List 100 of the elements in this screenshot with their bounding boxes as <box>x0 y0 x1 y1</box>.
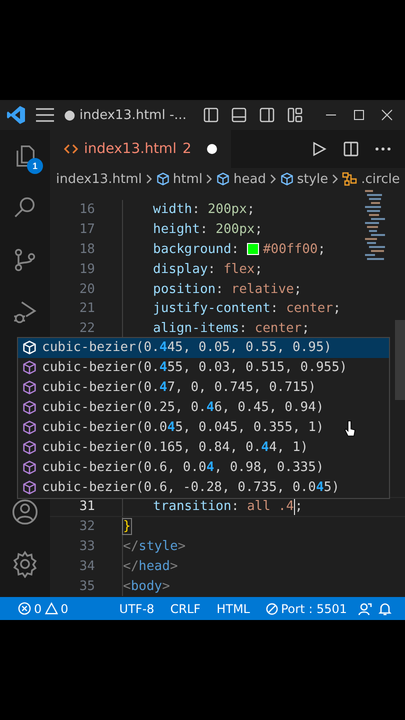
suggestion-item[interactable]: cubic-bezier(0.445, 0.05, 0.55, 0.95) <box>18 338 389 358</box>
suggestion-item[interactable]: cubic-bezier(0.6, -0.28, 0.735, 0.045) <box>18 478 389 498</box>
chevron-icon <box>268 174 277 184</box>
code-token: all .4 <box>246 499 294 514</box>
line-number: 19 <box>78 262 95 277</box>
cube-icon <box>22 420 37 436</box>
code-token: #00ff00 <box>262 242 318 257</box>
cube-icon <box>216 172 230 186</box>
breadcrumb[interactable]: html <box>156 172 202 186</box>
code-token: > <box>170 558 178 574</box>
split-editor-icon[interactable] <box>341 139 361 159</box>
suggestion-item[interactable]: cubic-bezier(0.455, 0.03, 0.515, 0.955) <box>18 358 389 378</box>
code-token: height <box>153 222 200 238</box>
suggestion-item[interactable]: cubic-bezier(0.045, 0.045, 0.355, 1) <box>18 418 389 438</box>
text-cursor <box>294 498 295 515</box>
line-number: 17 <box>78 222 95 238</box>
cube-icon <box>156 172 170 186</box>
color-swatch[interactable] <box>246 243 259 256</box>
breadcrumb[interactable]: head <box>216 172 266 186</box>
code-token: ; <box>294 282 302 297</box>
code-token: body <box>130 578 162 594</box>
suggestion-item[interactable]: cubic-bezier(0.25, 0.46, 0.45, 0.94) <box>18 398 389 418</box>
line-ending-status[interactable]: CRLF <box>162 602 209 616</box>
line-number: 18 <box>78 242 95 257</box>
suggestion-text: cubic-bezier(0.445, 0.05, 0.55, 0.95) <box>42 340 332 356</box>
cube-icon <box>22 380 37 396</box>
line-number: 35 <box>78 578 95 594</box>
code-token: flex <box>223 262 255 277</box>
tab-label: index13.html <box>84 141 176 157</box>
cube-icon <box>280 172 294 186</box>
problems-status[interactable]: 0 0 <box>10 602 76 616</box>
mouse-pointer-icon <box>344 420 356 438</box>
code-token: : <box>216 282 224 297</box>
breadcrumb[interactable]: .circle <box>342 171 400 187</box>
code-token: : <box>270 301 280 316</box>
code-token: display <box>153 262 208 277</box>
port-status[interactable]: Port : 5501 <box>258 602 355 616</box>
editor-tab[interactable]: index13.html 2 <box>50 130 232 168</box>
cube-icon <box>22 360 37 376</box>
code-token: 200px <box>216 222 255 238</box>
code-token: position <box>153 282 216 297</box>
code-token: ; <box>254 222 263 238</box>
code-token: center <box>254 321 302 336</box>
code-token: style <box>138 538 178 554</box>
code-token: : <box>208 262 217 277</box>
code-token: ; <box>333 301 341 316</box>
code-token: > <box>178 538 186 554</box>
blocked-icon <box>266 602 278 614</box>
window-title: ● index13.html -... <box>64 108 187 122</box>
cube-icon <box>22 400 37 416</box>
code-token: ; <box>246 202 255 218</box>
line-number: 16 <box>78 202 95 218</box>
code-token: : <box>239 321 248 336</box>
encoding-status[interactable]: UTF-8 <box>111 602 162 616</box>
suggestion-item[interactable]: cubic-bezier(0.6, 0.04, 0.98, 0.335) <box>18 458 389 478</box>
line-number: 33 <box>78 538 95 554</box>
code-token: transition <box>153 499 232 514</box>
line-number: 22 <box>78 321 95 336</box>
code-token: : <box>231 242 240 257</box>
code-token: width <box>153 202 192 218</box>
code-token: justify-content <box>153 301 270 316</box>
warning-count: 0 <box>60 602 68 616</box>
breadcrumb[interactable]: style <box>280 172 328 186</box>
code-token: : <box>192 202 201 218</box>
suggestion-text: cubic-bezier(0.165, 0.84, 0.44, 1) <box>42 440 308 456</box>
code-token: } <box>123 519 131 534</box>
suggestion-text: cubic-bezier(0.6, -0.28, 0.735, 0.045) <box>42 480 340 496</box>
code-token: > <box>162 578 170 594</box>
code-token: ; <box>302 321 310 336</box>
cube-icon <box>22 460 37 476</box>
cube-icon <box>22 340 37 356</box>
code-token: head <box>138 558 170 574</box>
code-token: ; <box>294 499 303 514</box>
scrollbar-thumb[interactable] <box>395 320 405 400</box>
code-token: : <box>231 499 240 514</box>
breadcrumb[interactable]: index13.html <box>56 172 142 186</box>
code-token: center <box>286 301 334 316</box>
suggestion-item[interactable]: cubic-bezier(0.165, 0.84, 0.44, 1) <box>18 438 389 458</box>
notification-badge: 1 <box>27 158 43 174</box>
line-number: 34 <box>78 558 95 574</box>
line-number: 20 <box>78 282 95 297</box>
language-status[interactable]: HTML <box>208 602 258 616</box>
app-logo-icon[interactable] <box>6 105 26 125</box>
error-icon <box>18 602 31 615</box>
suggestion-text: cubic-bezier(0.25, 0.46, 0.45, 0.94) <box>42 400 324 416</box>
line-number: 32 <box>78 519 95 534</box>
code-token: align-items <box>153 321 240 336</box>
code-token: 200px <box>208 202 247 218</box>
problem-count: 2 <box>182 141 192 157</box>
chevron-icon <box>205 174 214 184</box>
suggestion-text: cubic-bezier(0.47, 0, 0.745, 0.715) <box>42 380 316 396</box>
code-token: ; <box>318 242 326 257</box>
suggestion-text: cubic-bezier(0.6, 0.04, 0.98, 0.335) <box>42 460 324 476</box>
code-token: background <box>153 242 232 257</box>
suggestion-text: cubic-bezier(0.455, 0.03, 0.515, 0.955) <box>42 360 348 376</box>
warning-icon <box>44 602 58 615</box>
chevron-icon <box>331 174 340 184</box>
suggestion-item[interactable]: cubic-bezier(0.47, 0, 0.745, 0.715) <box>18 378 389 398</box>
code-token: relative <box>231 282 294 297</box>
cube-icon <box>22 480 37 496</box>
